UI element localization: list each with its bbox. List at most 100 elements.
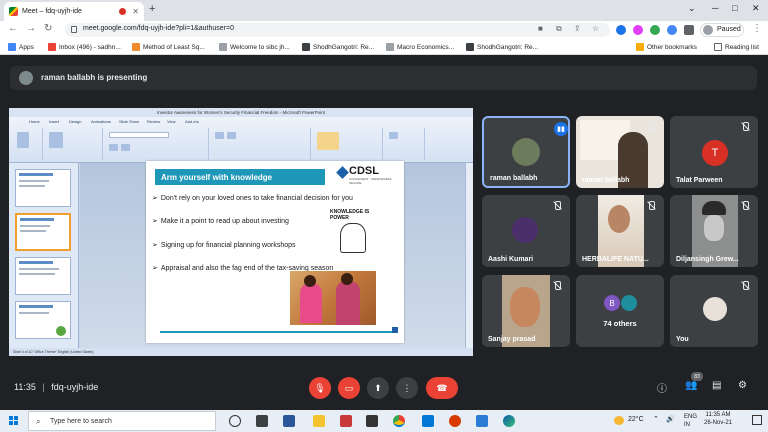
bookmark-macro-economics[interactable]: Macro Economics...: [386, 43, 454, 51]
mic-toggle-button[interactable]: 🎙: [309, 377, 331, 399]
close-window-button[interactable]: ✕: [752, 3, 760, 14]
system-clock[interactable]: 11:35 AM 26-Nov-21: [704, 411, 732, 427]
system-time: 11:35 AM: [705, 412, 731, 418]
mic-off-icon: [646, 122, 656, 132]
bookmark-sibc[interactable]: Welcome to sibc jh...: [219, 43, 290, 51]
store-icon[interactable]: [366, 415, 378, 427]
mic-off-icon: [740, 201, 750, 211]
back-arrow-icon[interactable]: ←: [8, 23, 18, 34]
maximize-button[interactable]: □: [732, 3, 737, 13]
recording-indicator-icon: [119, 8, 127, 15]
bookmark-method-least-sq[interactable]: Method of Least Sq...: [132, 43, 205, 51]
participant-tile[interactable]: Diljansingh Grew...: [670, 195, 758, 267]
bookmark-label: ShodhGangotri: Re...: [477, 43, 539, 51]
more-vert-icon: ⋮: [402, 382, 412, 393]
extension-shield-icon[interactable]: [633, 25, 643, 35]
numbering-icon: [227, 132, 236, 139]
extension-blue-icon[interactable]: [667, 25, 677, 35]
media-player-icon[interactable]: [449, 415, 461, 427]
extensions-puzzle-icon[interactable]: [684, 25, 694, 35]
other-bookmarks[interactable]: Other bookmarks: [636, 43, 697, 51]
minimize-button[interactable]: ─: [712, 3, 718, 13]
speaking-indicator-icon: ▮▮: [554, 122, 568, 136]
camera-toggle-button[interactable]: ▭: [338, 377, 360, 399]
bookmark-apps[interactable]: Apps: [8, 43, 34, 51]
participant-tile-others[interactable]: B 74 others: [576, 275, 664, 347]
bookmark-inbox[interactable]: Inbox (496) - sadhn...: [48, 43, 121, 51]
address-bar[interactable]: meet.google.com/fdq-uyjh-ide?pli=1&authu…: [65, 23, 610, 37]
notifications-icon[interactable]: [752, 415, 762, 425]
participant-name: raman ballabh: [582, 177, 630, 184]
ribbon-tab: View: [167, 119, 176, 124]
forward-arrow-icon[interactable]: →: [26, 23, 36, 34]
slide-thumbnail: [15, 301, 71, 339]
knowledge-is-power-graphic: KNOWLEDGE IS POWER: [330, 209, 376, 257]
new-tab-button[interactable]: +: [149, 3, 155, 15]
file-explorer-icon[interactable]: [313, 415, 325, 427]
extension-grammar-icon[interactable]: [616, 25, 626, 35]
others-avatar: B: [604, 295, 620, 311]
reading-list[interactable]: Reading list: [714, 43, 759, 51]
word-icon[interactable]: [476, 415, 488, 427]
editing-group: [385, 128, 425, 160]
participant-tile[interactable]: raman ballabh: [576, 116, 664, 188]
leave-call-button[interactable]: ☎: [426, 377, 458, 399]
participant-tile-active[interactable]: ▮▮ raman ballabh: [482, 116, 570, 188]
participant-name: Aashi Kumari: [488, 256, 534, 263]
edge-icon[interactable]: [503, 415, 515, 427]
calculator-icon[interactable]: [283, 415, 295, 427]
more-options-button[interactable]: ⋮: [396, 377, 418, 399]
close-tab-icon[interactable]: ✕: [132, 7, 139, 16]
page-icon: [132, 43, 140, 51]
arrow-bullet-icon: ➢: [152, 195, 158, 202]
camera-icon[interactable]: ■: [538, 24, 543, 33]
extension-green-icon[interactable]: [650, 25, 660, 35]
bullet-text: Signing up for financial planning worksh…: [160, 242, 296, 249]
taskbar-search[interactable]: ⌕ Type here to search: [28, 411, 216, 431]
slide-corner-mark: [392, 327, 398, 333]
font-group: [105, 128, 209, 160]
weather-icon[interactable]: [614, 416, 624, 425]
self-tile[interactable]: You: [670, 275, 758, 347]
slide-thumbnail: [15, 257, 71, 295]
globe-icon: [219, 43, 227, 51]
chat-icon[interactable]: ▤: [712, 380, 721, 391]
meet-tab[interactable]: Meet – fdq-uyjh-ide ✕: [4, 2, 144, 21]
bookmark-shodhgangotri-2[interactable]: ShodhGangotri: Re...: [466, 43, 538, 51]
chrome-icon[interactable]: [393, 415, 405, 427]
cortana-icon[interactable]: [229, 415, 241, 427]
tray-chevron-icon[interactable]: ⌃: [653, 415, 659, 423]
open-in-app-icon[interactable]: ⧉: [556, 24, 562, 34]
participant-tile[interactable]: Aashi Kumari: [482, 195, 570, 267]
meeting-details-icon[interactable]: ⓘ: [657, 380, 667, 395]
people-icon[interactable]: 👥: [685, 380, 697, 391]
present-button[interactable]: ⬆: [367, 377, 389, 399]
language-indicator[interactable]: ENG IN: [684, 413, 697, 429]
mail-icon[interactable]: [422, 415, 434, 427]
search-icon: ⌕: [36, 417, 41, 426]
bookmark-shodhgangotri-1[interactable]: ShodhGangotri: Re...: [302, 43, 374, 51]
cdsl-logo: CDSL CONVENIENT · DEPENDABLE · SECURE: [336, 165, 400, 187]
pdf-reader-icon[interactable]: [340, 415, 352, 427]
share-icon[interactable]: ⇪: [574, 24, 581, 33]
slide-bullet: ➢ Don't rely on your loved ones to take f…: [152, 194, 353, 202]
speaker-icon[interactable]: 🔊: [666, 415, 675, 423]
url-text: meet.google.com/fdq-uyjh-ide?pli=1&authu…: [83, 25, 234, 32]
reload-icon[interactable]: ↻: [44, 23, 52, 34]
participant-face: [704, 215, 724, 241]
windows-start-icon[interactable]: [9, 416, 19, 426]
participant-tile[interactable]: T Talat Parween: [670, 116, 758, 188]
profile-paused-button[interactable]: Paused: [700, 23, 744, 37]
tab-title: Meet – fdq-uyjh-ide: [22, 8, 82, 15]
mic-off-icon: [552, 201, 562, 211]
participant-tile[interactable]: Sanjay prasad: [482, 275, 570, 347]
bookmark-star-icon[interactable]: ☆: [592, 24, 599, 33]
browser-menu-icon[interactable]: ⋮: [752, 23, 762, 34]
task-view-icon[interactable]: [256, 415, 268, 427]
lang-code: ENG: [684, 414, 698, 420]
italic-icon: [121, 144, 130, 151]
activities-icon[interactable]: ⚙: [738, 380, 747, 391]
tab-search-icon[interactable]: ⌄: [688, 3, 696, 14]
participant-tile[interactable]: HERBALIFE NATU...: [576, 195, 664, 267]
slide-footer-line: [160, 331, 392, 333]
